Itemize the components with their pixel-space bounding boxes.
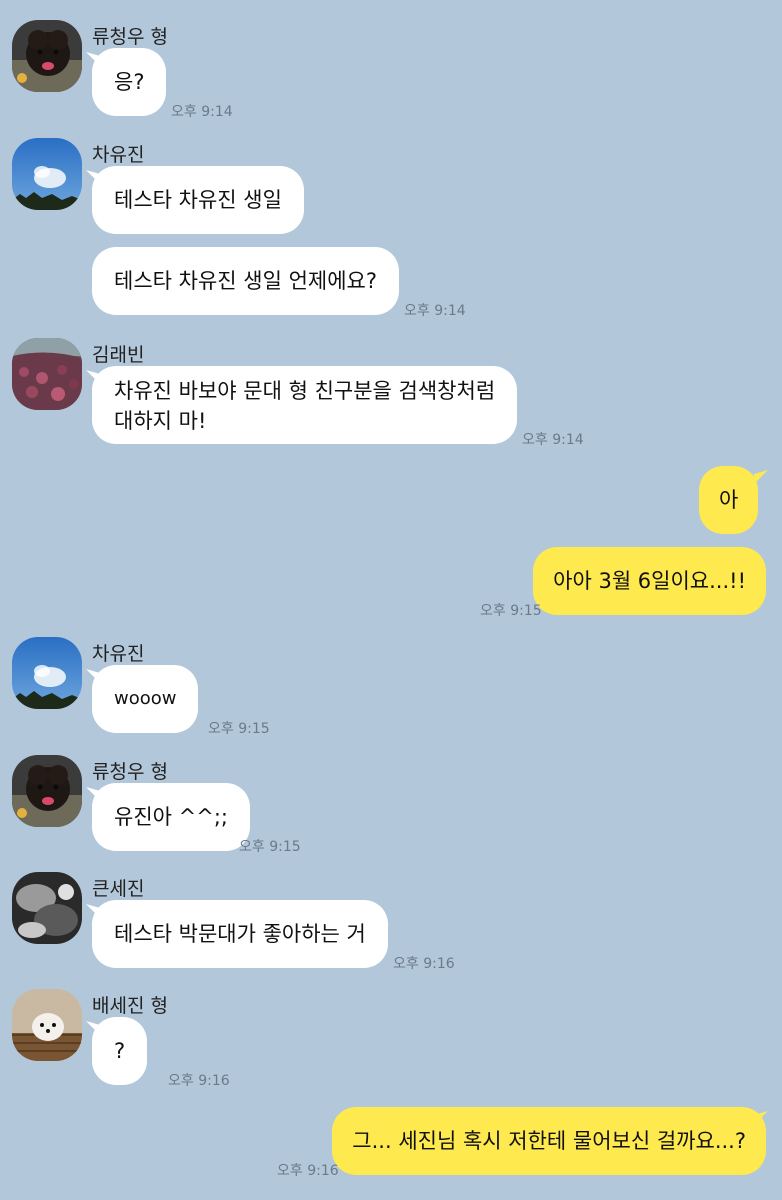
message-bubble[interactable]: wooow [92,665,199,733]
sky-photo-icon [12,138,82,210]
message-bubble[interactable]: 테스타 차유진 생일 [92,166,304,234]
message-bubble[interactable]: 차유진 바보야 문대 형 친구분을 검색창처럼 대하지 마! [92,366,518,444]
message-bubble[interactable]: 테스타 차유진 생일 언제에요? [92,247,400,315]
message-time: 오후 9:15 [208,721,270,737]
sender-name: 배세진 형 [92,995,168,1017]
avatar-keun-sejin[interactable] [12,872,82,944]
message-text: 테스타 차유진 생일 언제에요? [114,269,378,293]
message-text: 아 [719,488,739,512]
sender-name: 김래빈 [92,344,145,366]
message-text: 테스타 차유진 생일 [114,188,282,212]
message-bubble[interactable]: 아 [699,466,759,534]
avatar-ryu-cheongwoo[interactable] [12,755,82,827]
flower-field-photo-icon [12,338,82,410]
message-text: 차유진 바보야 문대 형 친구분을 검색창처럼 대하지 마! [114,379,496,433]
message-bubble[interactable]: ? [92,1017,148,1085]
sender-name: 류청우 형 [92,26,168,48]
puppy-basket-photo-icon [12,989,82,1061]
message-bubble[interactable]: 테스타 박문대가 좋아하는 거 [92,900,388,968]
message-bubble[interactable]: 유진아 ^^;; [92,783,250,851]
message-time: 오후 9:15 [239,839,301,855]
message-text: 그... 세진님 혹시 저한테 물어보신 걸까요...? [352,1129,746,1153]
message-time: 오후 9:16 [168,1073,230,1089]
message-time: 오후 9:15 [480,603,542,619]
avatar-cha-yujin[interactable] [12,138,82,210]
message-bubble[interactable]: 그... 세진님 혹시 저한테 물어보신 걸까요...? [332,1107,766,1175]
message-time: 오후 9:14 [404,303,466,319]
message-bubble[interactable]: 아아 3월 6일이요...!! [533,547,766,615]
dog-photo-icon [12,755,82,827]
bw-photo-icon [12,872,82,944]
sender-name: 차유진 [92,144,145,166]
message-time: 오후 9:16 [393,956,455,972]
sender-name: 차유진 [92,643,145,665]
message-time: 오후 9:14 [522,432,584,448]
avatar-kim-raebin[interactable] [12,338,82,410]
message-time: 오후 9:16 [277,1163,339,1179]
sky-photo-icon [12,637,82,709]
message-text: 응? [114,70,145,94]
sender-name: 큰세진 [92,878,145,900]
message-time: 오후 9:14 [171,104,233,120]
dog-photo-icon [12,20,82,92]
message-bubble[interactable]: 응? [92,48,167,116]
avatar-bae-sejin[interactable] [12,989,82,1061]
message-text: ? [114,1039,126,1063]
sender-name: 류청우 형 [92,761,168,783]
message-text: wooow [114,688,177,709]
message-text: 테스타 박문대가 좋아하는 거 [114,922,366,946]
avatar-ryu-cheongwoo[interactable] [12,20,82,92]
message-text: 유진아 ^^;; [114,805,228,829]
message-text: 아아 3월 6일이요...!! [553,569,746,593]
avatar-cha-yujin[interactable] [12,637,82,709]
